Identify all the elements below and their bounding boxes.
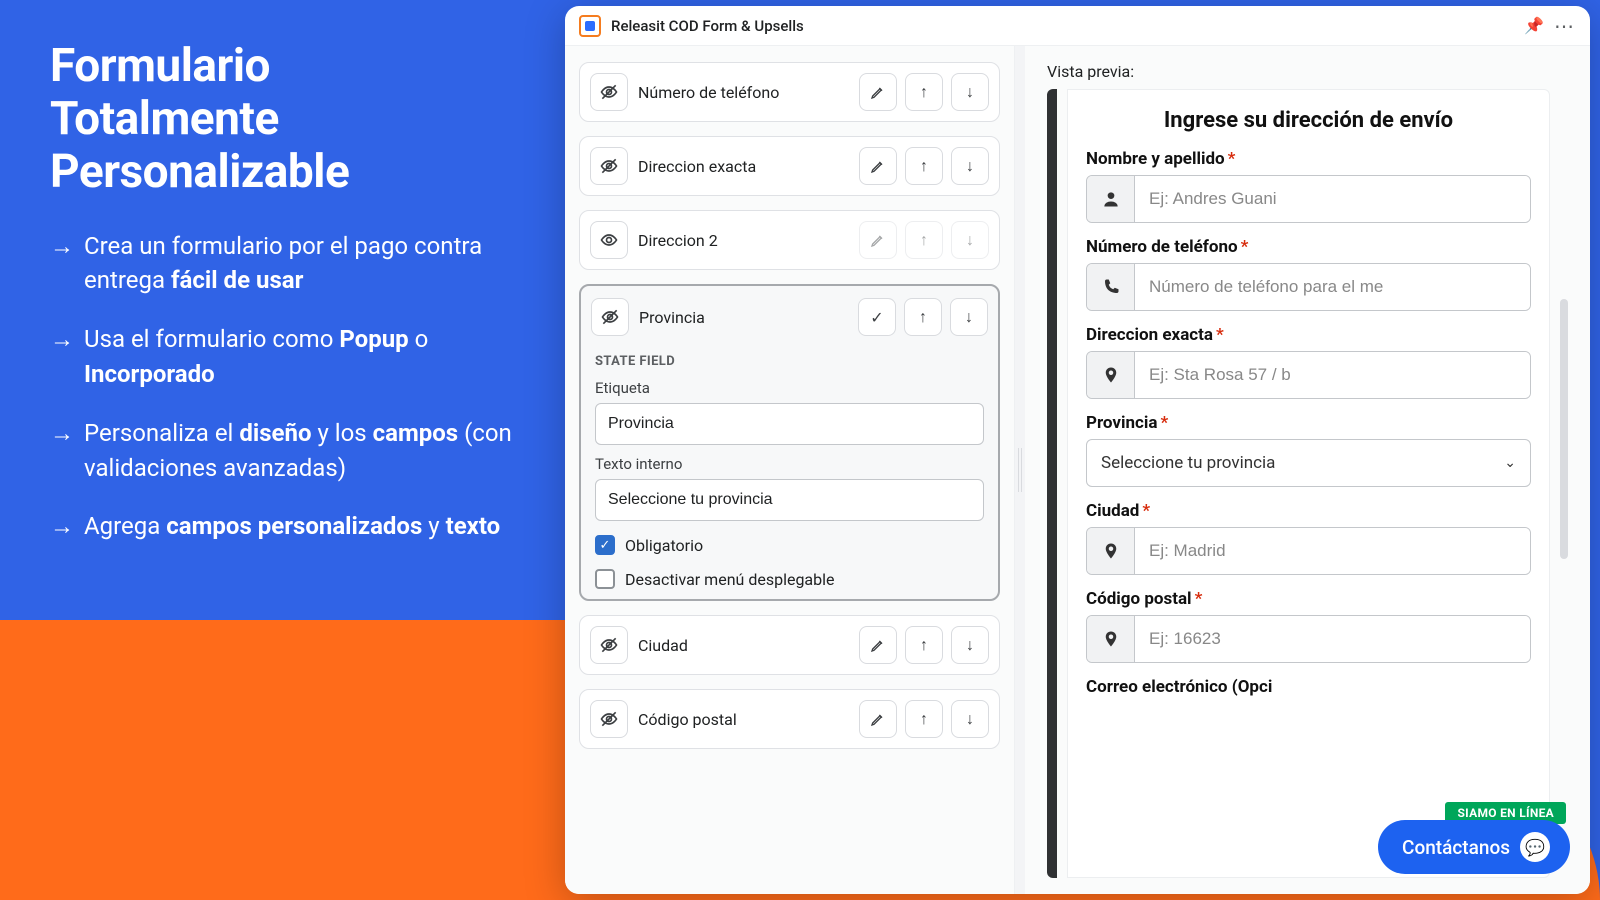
edit-button bbox=[859, 221, 897, 259]
address-label: Direccion exacta* bbox=[1086, 325, 1531, 345]
move-down-button[interactable]: ↓ bbox=[951, 147, 989, 185]
move-down-button[interactable]: ↓ bbox=[951, 700, 989, 738]
arrow-icon: → bbox=[50, 416, 74, 486]
phone-input[interactable] bbox=[1135, 264, 1530, 310]
chat-label: Contáctanos bbox=[1402, 836, 1510, 859]
form-title: Ingrese su dirección de envío bbox=[1086, 108, 1531, 133]
texto-interno-input[interactable] bbox=[595, 479, 984, 521]
desactivar-label: Desactivar menú desplegable bbox=[625, 570, 834, 589]
visibility-toggle[interactable] bbox=[591, 298, 629, 336]
more-icon[interactable]: ⋯ bbox=[1554, 14, 1576, 38]
etiqueta-input[interactable] bbox=[595, 403, 984, 445]
location-icon bbox=[1087, 616, 1135, 662]
move-down-button[interactable]: ↓ bbox=[951, 73, 989, 111]
confirm-button[interactable]: ✓ bbox=[858, 298, 896, 336]
move-up-button: ↑ bbox=[905, 221, 943, 259]
edit-button[interactable] bbox=[859, 700, 897, 738]
field-label: Número de teléfono bbox=[638, 83, 849, 102]
move-up-button[interactable]: ↑ bbox=[905, 626, 943, 664]
arrow-icon: → bbox=[50, 509, 74, 544]
chevron-down-icon: ⌄ bbox=[1504, 455, 1516, 471]
drag-handle-icon[interactable] bbox=[1018, 448, 1022, 492]
checkbox-unchecked-icon[interactable] bbox=[595, 569, 615, 589]
person-icon bbox=[1087, 176, 1135, 222]
scrollbar-thumb[interactable] bbox=[1560, 299, 1568, 559]
visibility-toggle[interactable] bbox=[590, 73, 628, 111]
name-input[interactable] bbox=[1135, 176, 1530, 222]
name-label: Nombre y apellido* bbox=[1086, 149, 1531, 169]
preview-form: Ingrese su dirección de envío Nombre y a… bbox=[1067, 89, 1550, 878]
hero-bullet-2: → Usa el formulario como Popup o Incorpo… bbox=[50, 322, 530, 392]
app-body: Número de teléfono ↑ ↓ Direccion exacta … bbox=[565, 46, 1590, 894]
hero-bullet-4: → Agrega campos personalizados y texto bbox=[50, 509, 530, 544]
location-icon bbox=[1087, 528, 1135, 574]
field-row-province-expanded: Provincia ✓ ↑ ↓ STATE FIELD Etiqueta Tex… bbox=[579, 284, 1000, 601]
edit-button[interactable] bbox=[859, 626, 897, 664]
hero-bullet-3: → Personaliza el diseño y los campos (co… bbox=[50, 416, 530, 486]
field-row-postal: Código postal ↑ ↓ bbox=[579, 689, 1000, 749]
texto-interno-label: Texto interno bbox=[595, 455, 984, 473]
move-down-button[interactable]: ↓ bbox=[951, 626, 989, 664]
preview-heading: Vista previa: bbox=[1047, 62, 1570, 81]
scrollbar[interactable] bbox=[1560, 89, 1570, 878]
field-row-city: Ciudad ↑ ↓ bbox=[579, 615, 1000, 675]
move-up-button[interactable]: ↑ bbox=[905, 73, 943, 111]
phone-frame-edge bbox=[1047, 89, 1057, 878]
province-label: Provincia* bbox=[1086, 413, 1531, 433]
visibility-toggle[interactable] bbox=[590, 626, 628, 664]
pin-icon[interactable]: 📌 bbox=[1524, 16, 1544, 35]
location-icon bbox=[1087, 352, 1135, 398]
field-label: Direccion 2 bbox=[638, 231, 849, 250]
move-down-button[interactable]: ↓ bbox=[950, 298, 988, 336]
builder-column: Número de teléfono ↑ ↓ Direccion exacta … bbox=[565, 46, 1015, 894]
chat-bubble-icon: 💬 bbox=[1520, 832, 1550, 862]
hero-bullet-1: → Crea un formulario por el pago contra … bbox=[50, 229, 530, 299]
column-divider[interactable] bbox=[1015, 46, 1025, 894]
move-up-button[interactable]: ↑ bbox=[905, 700, 943, 738]
field-label: Código postal bbox=[638, 710, 849, 729]
phone-icon bbox=[1087, 264, 1135, 310]
preview-column: Vista previa: Ingrese su dirección de en… bbox=[1025, 46, 1590, 894]
field-label: Ciudad bbox=[638, 636, 849, 655]
move-up-button[interactable]: ↑ bbox=[905, 147, 943, 185]
address-input[interactable] bbox=[1135, 352, 1530, 398]
app-logo-icon bbox=[579, 15, 601, 37]
titlebar: Releasit COD Form & Upsells 📌 ⋯ bbox=[565, 6, 1590, 46]
app-title: Releasit COD Form & Upsells bbox=[611, 17, 804, 35]
app-window: Releasit COD Form & Upsells 📌 ⋯ Número d… bbox=[565, 6, 1590, 894]
section-title: STATE FIELD bbox=[595, 354, 984, 369]
phone-label: Número de teléfono* bbox=[1086, 237, 1531, 257]
field-row-address: Direccion exacta ↑ ↓ bbox=[579, 136, 1000, 196]
field-label: Direccion exacta bbox=[638, 157, 849, 176]
move-up-button[interactable]: ↑ bbox=[904, 298, 942, 336]
postal-input[interactable] bbox=[1135, 616, 1530, 662]
email-label: Correo electrónico (Opci bbox=[1086, 677, 1531, 697]
province-select[interactable]: Seleccione tu provincia ⌄ bbox=[1086, 439, 1531, 487]
visibility-toggle[interactable] bbox=[590, 221, 628, 259]
edit-button[interactable] bbox=[859, 147, 897, 185]
hero-title: Formulario Totalmente Personalizable bbox=[50, 40, 530, 199]
province-selected: Seleccione tu provincia bbox=[1101, 453, 1275, 473]
contact-chat-button[interactable]: Contáctanos 💬 bbox=[1378, 820, 1570, 874]
field-label: Provincia bbox=[639, 308, 848, 327]
move-down-button: ↓ bbox=[951, 221, 989, 259]
arrow-icon: → bbox=[50, 322, 74, 392]
etiqueta-label: Etiqueta bbox=[595, 379, 984, 397]
obligatorio-checkbox-row[interactable]: ✓ Obligatorio bbox=[595, 535, 984, 555]
city-input[interactable] bbox=[1135, 528, 1530, 574]
edit-button[interactable] bbox=[859, 73, 897, 111]
city-label: Ciudad* bbox=[1086, 501, 1531, 521]
field-row-phone: Número de teléfono ↑ ↓ bbox=[579, 62, 1000, 122]
postal-label: Código postal* bbox=[1086, 589, 1531, 609]
hero-copy: Formulario Totalmente Personalizable → C… bbox=[50, 40, 530, 568]
checkbox-checked-icon[interactable]: ✓ bbox=[595, 535, 615, 555]
visibility-toggle[interactable] bbox=[590, 147, 628, 185]
field-row-address2: Direccion 2 ↑ ↓ bbox=[579, 210, 1000, 270]
arrow-icon: → bbox=[50, 229, 74, 299]
desactivar-checkbox-row[interactable]: Desactivar menú desplegable bbox=[595, 569, 984, 589]
visibility-toggle[interactable] bbox=[590, 700, 628, 738]
obligatorio-label: Obligatorio bbox=[625, 536, 703, 555]
